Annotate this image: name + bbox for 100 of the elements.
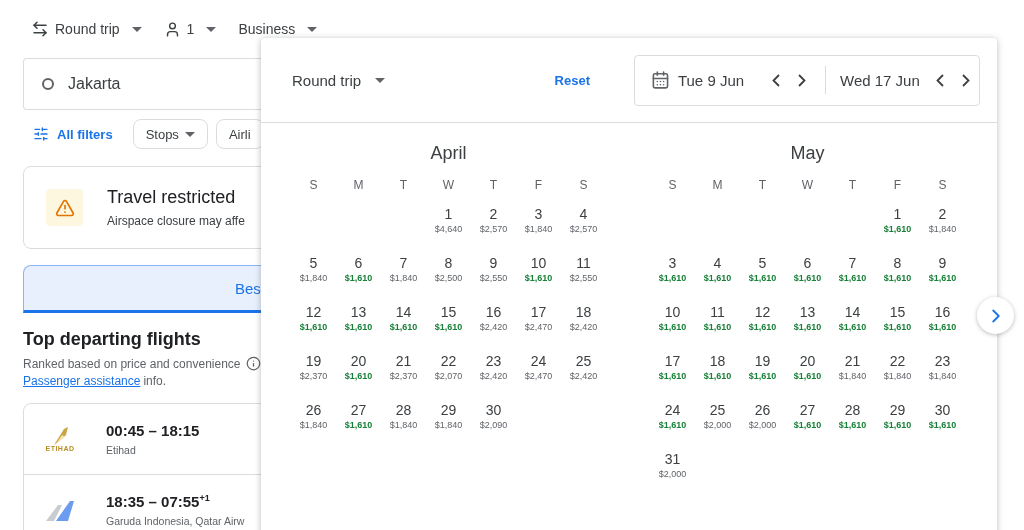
calendar-day[interactable]: 3 $1,610 <box>650 252 695 301</box>
calendar-day[interactable]: 24 $2,470 <box>516 350 561 399</box>
calendar-day[interactable]: 24 $1,610 <box>650 399 695 448</box>
day-price: $1,610 <box>928 273 957 283</box>
calendar-day[interactable]: 31 $2,000 <box>650 448 695 497</box>
calendar-day[interactable]: 17 $1,610 <box>650 350 695 399</box>
day-price: $1,610 <box>748 322 777 332</box>
day-price: $1,610 <box>658 322 687 332</box>
calendar-day[interactable]: 14 $1,610 <box>830 301 875 350</box>
weekday-label: T <box>398 178 409 194</box>
passenger-assistance-link[interactable]: Passenger assistance <box>23 374 141 388</box>
calendar-day[interactable]: 18 $1,610 <box>695 350 740 399</box>
calendar-day[interactable]: 1 $1,610 <box>875 203 920 252</box>
day-number: 20 <box>350 353 367 369</box>
date-range-field[interactable]: Tue 9 Jun Wed 17 Jun <box>634 54 980 106</box>
weekday-label: S <box>667 178 678 194</box>
weekday-label: W <box>800 178 815 194</box>
calendar-day[interactable]: 25 $2,420 <box>561 350 606 399</box>
calendar-day[interactable]: 15 $1,610 <box>426 301 471 350</box>
all-filters-button[interactable]: All filters <box>23 126 125 142</box>
calendar-day[interactable]: 23 $2,420 <box>471 350 516 399</box>
calendar-day[interactable]: 18 $2,420 <box>561 301 606 350</box>
calendar-day[interactable]: 27 $1,610 <box>336 399 381 448</box>
calendar-day[interactable]: 28 $1,610 <box>830 399 875 448</box>
calendar-day[interactable]: 6 $1,610 <box>336 252 381 301</box>
day-number: 2 <box>489 206 498 222</box>
filter-chip[interactable]: Airli <box>215 119 264 149</box>
calendar-day[interactable]: 27 $1,610 <box>785 399 830 448</box>
link-suffix: info. <box>143 374 167 388</box>
calendar-day[interactable]: 10 $1,610 <box>516 252 561 301</box>
calendar-day[interactable]: 1 $4,640 <box>426 203 471 252</box>
calendar-day[interactable]: 9 $2,550 <box>471 252 516 301</box>
calendar-day[interactable]: 7 $1,610 <box>830 252 875 301</box>
day-price: $1,610 <box>344 322 373 332</box>
info-icon[interactable] <box>245 356 261 371</box>
calendar-day[interactable]: 13 $1,610 <box>336 301 381 350</box>
calendar-day[interactable]: 20 $1,610 <box>336 350 381 399</box>
calendar-icon <box>651 70 670 90</box>
day-number: 2 <box>938 206 947 222</box>
calendar-day[interactable]: 11 $2,550 <box>561 252 606 301</box>
reset-button[interactable]: Reset <box>548 71 596 89</box>
day-number: 1 <box>444 206 453 222</box>
calendar-day[interactable]: 9 $1,610 <box>920 252 965 301</box>
calendar-day[interactable]: 20 $1,610 <box>785 350 830 399</box>
cabin-class-dropdown[interactable]: Business <box>238 21 318 37</box>
calendar-day[interactable]: 5 $1,610 <box>740 252 785 301</box>
calendar-day[interactable]: 30 $2,090 <box>471 399 516 448</box>
calendar-day[interactable]: 23 $1,840 <box>920 350 965 399</box>
calendar-day[interactable]: 26 $1,840 <box>291 399 336 448</box>
calendar-day[interactable]: 8 $1,610 <box>875 252 920 301</box>
calendar-day[interactable]: 19 $2,370 <box>291 350 336 399</box>
day-number: 10 <box>530 255 547 271</box>
calendar-day[interactable]: 22 $2,070 <box>426 350 471 399</box>
calendar-day[interactable]: 28 $1,840 <box>381 399 426 448</box>
calendar-day[interactable]: 11 $1,610 <box>695 301 740 350</box>
calendar-day[interactable]: 19 $1,610 <box>740 350 785 399</box>
calendar-day[interactable]: 4 $1,610 <box>695 252 740 301</box>
calendar-day[interactable]: 4 $2,570 <box>561 203 606 252</box>
day-price: $1,610 <box>838 420 867 430</box>
filter-chip[interactable]: Stops <box>132 119 208 149</box>
sliders-icon <box>33 126 49 142</box>
calendar-day[interactable]: 3 $1,840 <box>516 203 561 252</box>
swap-arrows-icon <box>31 20 49 38</box>
trip-type-dropdown[interactable]: Round trip <box>31 20 142 38</box>
day-price: $1,610 <box>658 371 687 381</box>
calendar-day[interactable]: 25 $2,000 <box>695 399 740 448</box>
calendar-day[interactable]: 8 $2,500 <box>426 252 471 301</box>
day-number: 23 <box>485 353 502 369</box>
day-price: $1,610 <box>928 420 957 430</box>
calendar-day[interactable]: 30 $1,610 <box>920 399 965 448</box>
calendar-day[interactable]: 10 $1,610 <box>650 301 695 350</box>
day-number: 21 <box>844 353 861 369</box>
day-number: 23 <box>934 353 951 369</box>
calendar-day[interactable]: 2 $2,570 <box>471 203 516 252</box>
calendar-day[interactable]: 13 $1,610 <box>785 301 830 350</box>
calendar-day[interactable]: 12 $1,610 <box>740 301 785 350</box>
calendar-day[interactable]: 26 $2,000 <box>740 399 785 448</box>
calendar-day[interactable]: 7 $1,840 <box>381 252 426 301</box>
calendar-day[interactable]: 16 $1,610 <box>920 301 965 350</box>
calendar-day[interactable]: 14 $1,610 <box>381 301 426 350</box>
day-number: 13 <box>350 304 367 320</box>
calendar-day[interactable]: 15 $1,610 <box>875 301 920 350</box>
day-number: 4 <box>713 255 722 271</box>
calendar-day[interactable]: 2 $1,840 <box>920 203 965 252</box>
calendar-day[interactable]: 17 $2,470 <box>516 301 561 350</box>
calendar-day[interactable]: 21 $2,370 <box>381 350 426 399</box>
day-number: 26 <box>305 402 322 418</box>
day-price: $2,500 <box>434 273 463 283</box>
calendar-day[interactable]: 6 $1,610 <box>785 252 830 301</box>
calendar-day[interactable]: 16 $2,420 <box>471 301 516 350</box>
calendar-day[interactable]: 22 $1,840 <box>875 350 920 399</box>
day-number: 11 <box>576 255 591 271</box>
day-price: $1,610 <box>928 322 957 332</box>
calendar-day[interactable]: 21 $1,840 <box>830 350 875 399</box>
day-number: 18 <box>575 304 592 320</box>
day-price: $4,640 <box>434 224 463 234</box>
calendar-day[interactable]: 29 $1,610 <box>875 399 920 448</box>
passengers-dropdown[interactable]: 1 <box>163 20 217 38</box>
day-price: $1,840 <box>389 273 418 283</box>
calendar-day[interactable]: 29 $1,840 <box>426 399 471 448</box>
